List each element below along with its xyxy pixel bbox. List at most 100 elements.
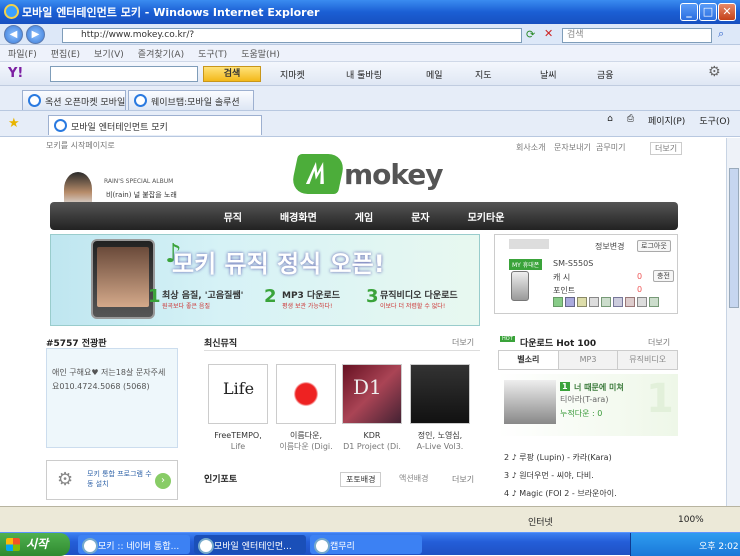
company-link[interactable]: 회사소개 [516, 142, 545, 153]
point-label: 포인트 [553, 286, 576, 295]
menu-tools[interactable]: 도구(T) [198, 47, 227, 60]
menu-favorites[interactable]: 즐겨찾기(A) [138, 47, 184, 60]
start-button[interactable]: 시작 [0, 533, 70, 556]
page-menu[interactable]: 페이지(P) [648, 114, 685, 127]
security-zone: 인터넷 [528, 518, 553, 528]
yahoo-search-input[interactable] [50, 66, 198, 82]
nav-wallpaper[interactable]: 배경화면 [280, 209, 317, 224]
my-toolbar-link[interactable]: 내 툴바링 [346, 68, 382, 81]
quick-icon[interactable] [637, 297, 647, 307]
tab-mokey-active[interactable]: 모바일 엔터테인먼트 모키 [48, 115, 262, 135]
taskbar: 시작 모키 :: 네이버 통합... 모바일 엔터테인먼... 캡무리 오후 2… [0, 532, 740, 556]
gear-icon[interactable]: ⚙ [708, 64, 721, 80]
tab-ringtone[interactable]: 벨소리 [499, 351, 558, 369]
rank-watermark: 1 [646, 376, 674, 422]
maximize-button[interactable]: □ [699, 3, 717, 21]
menu-file[interactable]: 파일(F) [8, 47, 37, 60]
set-homepage-link[interactable]: 모키를 시작페이지로 [46, 140, 115, 151]
vertical-scrollbar[interactable] [726, 138, 740, 506]
tab-wavetab[interactable]: 웨이브탭:모바일 솔루션 [128, 90, 254, 110]
chart-row-2[interactable]: 2 ♪ 루팡 (Lupin) - 카라(Kara) [504, 452, 612, 463]
album-label-1[interactable]: FreeTEMPO, Life [205, 430, 271, 452]
mail-link[interactable]: 메일 [426, 68, 443, 81]
charge-button[interactable]: 충전 [653, 270, 674, 282]
address-input[interactable]: http://www.mokey.co.kr/? [62, 28, 522, 43]
tools-menu[interactable]: 도구(O) [699, 114, 730, 127]
quick-icon[interactable] [625, 297, 635, 307]
stop-icon[interactable]: ✕ [544, 27, 553, 40]
top-song-artist: 티아라(T-ara) [560, 395, 609, 404]
quick-icon[interactable] [577, 297, 587, 307]
home-icon[interactable]: ⌂ [607, 114, 613, 127]
scroll-thumb[interactable] [729, 168, 739, 308]
nav-music[interactable]: 뮤직 [224, 209, 242, 224]
quick-icon[interactable] [601, 297, 611, 307]
top-song-title: 너 때문에 미쳐 [574, 383, 624, 392]
nav-sms[interactable]: 문자 [411, 209, 429, 224]
forward-button[interactable]: ▶ [26, 25, 45, 44]
menu-help[interactable]: 도움말(H) [241, 47, 280, 60]
mokey-logo-mark[interactable] [289, 154, 347, 194]
map-link[interactable]: 지도 [475, 68, 492, 81]
quick-icon[interactable] [649, 297, 659, 307]
arrow-right-icon[interactable]: › [155, 473, 171, 489]
info-change-link[interactable]: 정보변경 [595, 241, 624, 252]
mokey-logo-text[interactable]: mokey [344, 158, 444, 191]
yahoo-logo-icon[interactable]: Y! [8, 66, 23, 81]
quick-icon[interactable] [613, 297, 623, 307]
back-button[interactable]: ◀ [4, 25, 23, 44]
quick-icon[interactable] [553, 297, 563, 307]
album-cover-1[interactable]: Life [208, 364, 268, 424]
menu-view[interactable]: 보기(V) [94, 47, 124, 60]
taskbar-item-1[interactable]: 모키 :: 네이버 통합... [78, 535, 190, 554]
tab-musicvideo[interactable]: 뮤직비디오 [617, 351, 678, 369]
quick-icon[interactable] [589, 297, 599, 307]
close-button[interactable]: ✕ [718, 3, 736, 21]
album-cover-4[interactable] [410, 364, 470, 424]
refresh-icon[interactable]: ⟳ [526, 28, 535, 41]
search-icon[interactable]: ⌕ [718, 27, 724, 41]
tab-mp3[interactable]: MP3 [557, 351, 618, 369]
album-label-3[interactable]: KDR D1 Project (Di. [339, 430, 405, 452]
zoom-level[interactable]: 100% [678, 515, 704, 525]
chart-top-item[interactable]: 1 너 때문에 미쳐 티아라(T-ara) 누적다운 : 0 1 [498, 374, 678, 436]
album-cover-2[interactable] [276, 364, 336, 424]
search-input[interactable]: 검색 [562, 28, 712, 43]
install-panel[interactable]: ⚙ 모키 통합 프로그램 수동 설치 › [46, 460, 178, 500]
gmarket-link[interactable]: 지마켓 [280, 68, 305, 81]
latest-music-more[interactable]: 더보기 [452, 337, 474, 348]
chart-badge: HOT [500, 336, 515, 342]
chart-row-4[interactable]: 4 ♪ Magic (FOI 2 - 브라운아이. [504, 488, 617, 499]
album-label-4[interactable]: 정인, 노영심, A-Live Vol3. [407, 430, 473, 452]
album-cover-3[interactable]: D1 [342, 364, 402, 424]
tab-action-bg[interactable]: 액션배경 [394, 472, 433, 485]
tab-photo-bg[interactable]: 포토배경 [340, 472, 382, 487]
quick-icons [553, 297, 673, 309]
quick-icon[interactable] [565, 297, 575, 307]
chart-rank: 3 [504, 471, 510, 480]
favorites-star-icon[interactable]: ★ [8, 116, 20, 131]
yahoo-search-button[interactable]: 검색 [203, 66, 261, 82]
menu-edit[interactable]: 편집(E) [51, 47, 80, 60]
weather-link[interactable]: 날씨 [540, 68, 557, 81]
popular-photo-more[interactable]: 더보기 [452, 474, 474, 485]
nav-mokeytown[interactable]: 모키타운 [468, 209, 505, 224]
nav-game[interactable]: 게임 [355, 209, 373, 224]
taskbar-item-2[interactable]: 모바일 엔터테인먼... [194, 535, 306, 554]
taskbar-item-3[interactable]: 캡무리 [310, 535, 422, 554]
username-blurred [509, 239, 549, 249]
popular-photo-title: 인기포토 [204, 475, 238, 485]
top-more-button[interactable]: 더보기 [650, 142, 683, 155]
finance-link[interactable]: 금융 [597, 68, 614, 81]
chart-row-3[interactable]: 3 ♪ 원더우먼 - 씨야, 다비. [504, 470, 594, 481]
tab-auction[interactable]: 옥션 오픈마켓 모바일 [22, 90, 126, 110]
top-link-3[interactable]: 곰무미기 [596, 142, 625, 153]
send-sms-link[interactable]: 문자보내기 [554, 142, 591, 153]
print-icon[interactable]: ⎙ [627, 114, 634, 127]
promo-sub: 비(rain) 널 붙잡을 노래 [106, 191, 177, 199]
chart-more[interactable]: 더보기 [648, 337, 670, 348]
chart-text: 루팡 (Lupin) - 카라(Kara) [519, 453, 612, 462]
album-label-2[interactable]: 이름다운, 이름다운 (Digi. [273, 430, 339, 452]
logout-button[interactable]: 로그아웃 [637, 240, 671, 252]
minimize-button[interactable]: _ [680, 3, 698, 21]
